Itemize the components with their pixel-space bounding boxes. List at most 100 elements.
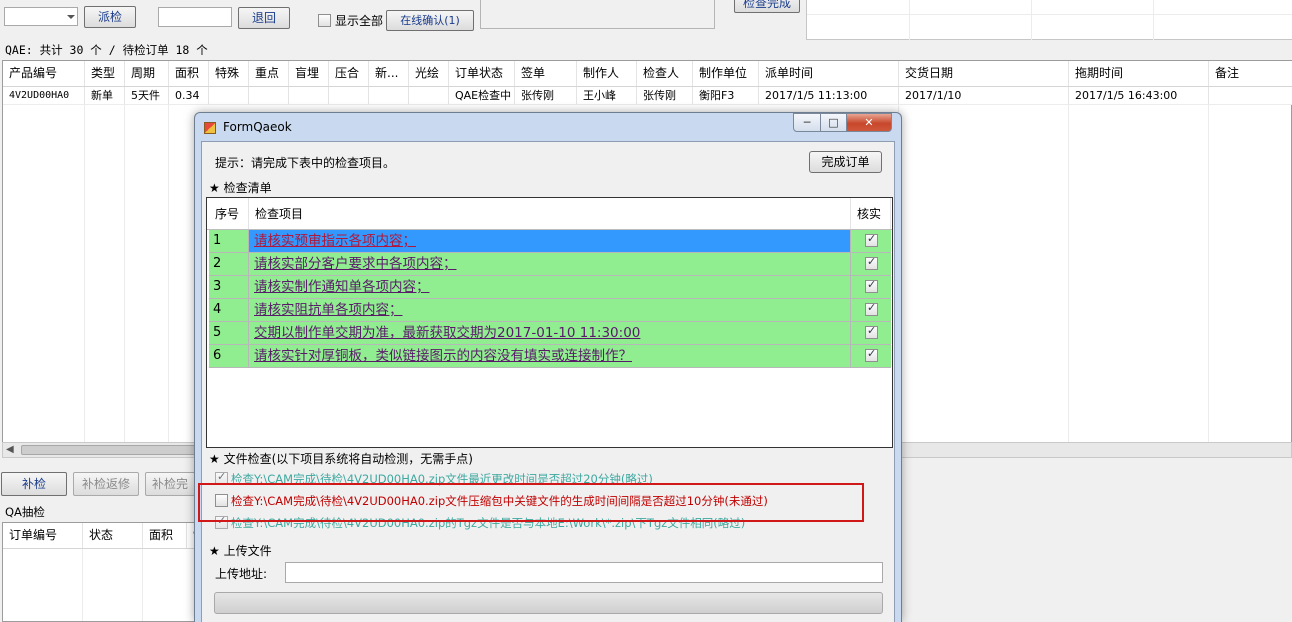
minimize-button[interactable]: ─ <box>793 113 821 132</box>
table-cell: 衡阳F3 <box>693 87 759 104</box>
column-header[interactable]: 序号 <box>209 198 249 229</box>
scroll-left-icon[interactable]: ◀ <box>6 444 14 455</box>
verify-checkbox[interactable] <box>865 347 878 362</box>
verify-cell[interactable] <box>851 253 891 275</box>
column-header[interactable]: 特殊 <box>209 61 249 86</box>
checklist-grid[interactable]: 序号 检查项目 核实 1 请核实预审指示各项内容； 2 请核实部分客户要求中各项… <box>206 197 893 448</box>
column-header[interactable]: 备注 <box>1209 61 1292 86</box>
check-item-link[interactable]: 请核实部分客户要求中各项内容； <box>249 253 851 275</box>
table-cell: 新单 <box>85 87 125 104</box>
row-number: 6 <box>209 345 249 367</box>
qa-grid[interactable]: 订单编号 状态 面积 制 <box>2 522 203 622</box>
table-cell: 张传刚 <box>515 87 577 104</box>
upload-title: ★ 上传文件 <box>209 544 272 558</box>
column-header[interactable]: 拖期时间 <box>1069 61 1209 86</box>
dispatch-button[interactable]: 派检 <box>84 6 136 28</box>
close-button[interactable]: ✕ <box>846 113 892 132</box>
scrollbar-thumb[interactable] <box>21 445 211 455</box>
row-number: 4 <box>209 299 249 321</box>
check-item-link[interactable]: 请核实阻抗单各项内容； <box>249 299 851 321</box>
column-header[interactable]: 制作单位 <box>693 61 759 86</box>
filter-combo[interactable] <box>4 7 78 26</box>
column-header[interactable]: 派单时间 <box>759 61 899 86</box>
upload-progress-bar <box>214 592 883 614</box>
column-header[interactable]: 面积 <box>169 61 209 86</box>
qa-grid-header: 订单编号 状态 面积 制 <box>3 523 203 549</box>
upload-address-input[interactable] <box>285 562 883 583</box>
verify-checkbox[interactable] <box>865 278 878 293</box>
online-confirm-button[interactable]: 在线确认(1) <box>386 10 474 31</box>
table-cell: 2017/1/5 16:43:00 <box>1069 87 1209 104</box>
recheck-back-button[interactable]: 补检返修 <box>73 472 139 496</box>
verify-cell[interactable] <box>851 230 891 252</box>
check-item-link[interactable]: 请核实预审指示各项内容； <box>249 230 851 252</box>
maximize-button[interactable]: □ <box>820 113 847 132</box>
table-cell: 4V2UD00HA0 <box>3 87 85 104</box>
verify-cell[interactable] <box>851 299 891 321</box>
checklist-row[interactable]: 3 请核实制作通知单各项内容； <box>209 276 891 299</box>
column-header[interactable]: 检查人 <box>637 61 693 86</box>
column-header[interactable]: 签单 <box>515 61 577 86</box>
column-header[interactable]: 压合 <box>329 61 369 86</box>
row-number: 5 <box>209 322 249 344</box>
table-row[interactable]: 4V2UD00HA0 新单 5天件 0.34 QAE检查中 张传刚 王小峰 张传… <box>3 87 1292 105</box>
column-header[interactable]: 订单编号 <box>3 523 83 548</box>
table-cell <box>1209 87 1292 104</box>
chevron-down-icon[interactable] <box>67 15 75 19</box>
check-done-button[interactable]: 检查完成 <box>734 0 800 13</box>
column-header[interactable]: 检查项目 <box>249 198 851 229</box>
verify-checkbox[interactable] <box>865 232 878 247</box>
column-header[interactable]: 新... <box>369 61 409 86</box>
right-lower-area <box>900 458 1292 622</box>
verify-checkbox[interactable] <box>865 255 878 270</box>
info-panel <box>480 0 715 29</box>
verify-checkbox[interactable] <box>865 301 878 316</box>
table-cell <box>249 87 289 104</box>
row-number: 3 <box>209 276 249 298</box>
column-header[interactable]: 面积 <box>143 523 187 548</box>
column-header[interactable]: 核实 <box>851 198 891 229</box>
column-header[interactable]: 交货日期 <box>899 61 1069 86</box>
hint-text: 提示：请完成下表中的检查项目。 <box>215 156 396 170</box>
verify-checkbox[interactable] <box>865 324 878 339</box>
search-input[interactable] <box>158 7 232 27</box>
column-header[interactable]: 类型 <box>85 61 125 86</box>
verify-cell[interactable] <box>851 276 891 298</box>
table-cell: 2017/1/10 <box>899 87 1069 104</box>
summary-text: QAE: 共计 30 个 / 待检订单 18 个 <box>5 43 208 57</box>
table-cell: 张传刚 <box>637 87 693 104</box>
dialog-title: FormQaeok <box>223 120 292 134</box>
recheck-button[interactable]: 补检 <box>1 472 67 496</box>
check-item-link[interactable]: 交期以制作单交期为准，最新获取交期为2017-01-10 11:30:00 <box>249 322 851 344</box>
column-header[interactable]: 盲埋 <box>289 61 329 86</box>
column-header[interactable]: 订单状态 <box>449 61 515 86</box>
show-all-checkbox[interactable] <box>318 14 331 27</box>
checklist-row[interactable]: 4 请核实阻抗单各项内容； <box>209 299 891 322</box>
column-header[interactable]: 产品编号 <box>3 61 85 86</box>
table-cell <box>409 87 449 104</box>
table-cell: 2017/1/5 11:13:00 <box>759 87 899 104</box>
table-cell <box>369 87 409 104</box>
verify-cell[interactable] <box>851 322 891 344</box>
table-cell: 5天件 <box>125 87 169 104</box>
checklist-row[interactable]: 1 请核实预审指示各项内容； <box>209 230 891 253</box>
column-header[interactable]: 状态 <box>83 523 143 548</box>
column-header[interactable]: 重点 <box>249 61 289 86</box>
checklist-row[interactable]: 6 请核实针对厚铜板，类似链接图示的内容没有填实或连接制作？ <box>209 345 891 368</box>
back-button[interactable]: 退回 <box>238 7 290 29</box>
column-header[interactable]: 周期 <box>125 61 169 86</box>
checklist-row[interactable]: 2 请核实部分客户要求中各项内容； <box>209 253 891 276</box>
column-header[interactable]: 制作人 <box>577 61 637 86</box>
order-grid-header: 产品编号 类型 周期 面积 特殊 重点 盲埋 压合 新... 光绘 订单状态 签… <box>3 61 1292 87</box>
verify-cell[interactable] <box>851 345 891 367</box>
row-number: 2 <box>209 253 249 275</box>
upload-label: 上传地址: <box>215 567 268 581</box>
column-header[interactable]: 光绘 <box>409 61 449 86</box>
checklist-header: 序号 检查项目 核实 <box>207 198 892 230</box>
check-item-link[interactable]: 请核实制作通知单各项内容； <box>249 276 851 298</box>
table-cell <box>329 87 369 104</box>
complete-order-button[interactable]: 完成订单 <box>809 151 882 173</box>
checklist-row[interactable]: 5 交期以制作单交期为准，最新获取交期为2017-01-10 11:30:00 <box>209 322 891 345</box>
table-cell <box>209 87 249 104</box>
check-item-link[interactable]: 请核实针对厚铜板，类似链接图示的内容没有填实或连接制作？ <box>249 345 851 367</box>
